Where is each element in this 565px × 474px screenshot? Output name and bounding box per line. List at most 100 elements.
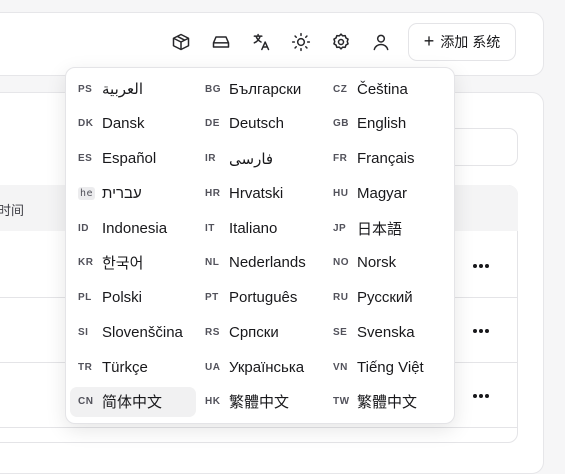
- language-option-ru[interactable]: RU Русский: [325, 283, 449, 313]
- language-code: BG: [205, 83, 221, 95]
- language-name: فارسی: [229, 150, 274, 168]
- language-code: CZ: [333, 83, 348, 95]
- language-name: Polski: [102, 289, 143, 306]
- language-name: English: [357, 115, 407, 133]
- language-code: NO: [333, 257, 349, 269]
- language-option-ir[interactable]: IR فارسی: [197, 144, 321, 174]
- language-option-nl[interactable]: NL Nederlands: [197, 248, 321, 278]
- box-icon[interactable]: [169, 30, 193, 54]
- language-name: العربية: [102, 81, 143, 98]
- language-option-fr[interactable]: FR Français: [325, 144, 449, 174]
- language-name: Português: [229, 289, 298, 306]
- language-option-jp[interactable]: JP 日本語: [325, 213, 449, 243]
- language-option-kr[interactable]: KR 한국어: [70, 248, 196, 278]
- language-code: PS: [78, 83, 93, 95]
- add-system-button[interactable]: + 添加 系统: [408, 23, 516, 61]
- sun-icon[interactable]: [289, 30, 313, 54]
- language-code: NL: [205, 257, 220, 269]
- language-name: Русский: [357, 289, 413, 306]
- language-name: Norsk: [357, 254, 397, 272]
- language-option-tw[interactable]: TW 繁體中文: [325, 387, 449, 417]
- language-option-rs[interactable]: RS Српски: [197, 317, 321, 347]
- language-name: Magyar: [357, 184, 408, 202]
- language-name: Español: [102, 150, 157, 167]
- language-name: 日本語: [357, 220, 403, 238]
- language-code: he: [78, 186, 96, 200]
- language-code: TR: [78, 361, 93, 373]
- language-option-it[interactable]: IT Italiano: [197, 213, 321, 243]
- language-code: IR: [205, 153, 216, 164]
- language-code: SI: [78, 326, 89, 338]
- gear-icon[interactable]: [329, 30, 353, 54]
- language-option-si[interactable]: SI Slovenščina: [70, 317, 196, 347]
- language-name: Türkçe: [102, 358, 148, 376]
- language-code: RU: [333, 292, 349, 303]
- language-code: ID: [78, 222, 89, 234]
- language-name: Nederlands: [229, 254, 306, 272]
- language-option-no[interactable]: NO Norsk: [325, 248, 449, 278]
- plus-icon: +: [423, 31, 435, 51]
- language-code: TW: [333, 396, 350, 408]
- language-option-vn[interactable]: VN Tiếng Việt: [325, 352, 449, 382]
- language-code: FR: [333, 153, 348, 164]
- row-more-icon[interactable]: [470, 390, 492, 402]
- language-code: JP: [333, 222, 347, 234]
- user-icon[interactable]: [369, 30, 393, 54]
- language-option-hk[interactable]: HK 繁體中文: [197, 387, 321, 417]
- language-code: IT: [205, 222, 215, 234]
- language-name: Hrvatski: [229, 184, 284, 202]
- language-name: Dansk: [102, 115, 145, 133]
- language-name: 简体中文: [102, 394, 163, 412]
- language-code: ES: [78, 153, 93, 164]
- row-more-icon[interactable]: [470, 325, 492, 337]
- language-name: Italiano: [229, 219, 278, 237]
- language-code: DE: [205, 118, 220, 130]
- language-name: Čeština: [357, 80, 408, 98]
- language-option-id[interactable]: ID Indonesia: [70, 213, 196, 243]
- language-name: עברית: [102, 184, 142, 202]
- language-code: GB: [333, 118, 349, 130]
- language-code: PL: [78, 292, 92, 303]
- language-code: VN: [333, 361, 348, 373]
- language-name: Svenska: [357, 323, 415, 341]
- drive-icon[interactable]: [209, 30, 233, 54]
- table-header-time: 时间: [0, 203, 25, 218]
- language-name: 繁體中文: [229, 394, 290, 412]
- language-option-ps[interactable]: PS العربية: [70, 74, 196, 104]
- add-system-label: 添加 系统: [440, 34, 501, 50]
- language-option-bg[interactable]: BG Български: [197, 74, 321, 104]
- language-option-ua[interactable]: UA Українська: [197, 352, 321, 382]
- language-code: HU: [333, 187, 349, 199]
- language-option-es[interactable]: ES Español: [70, 144, 196, 174]
- language-option-tr[interactable]: TR Türkçe: [70, 352, 196, 382]
- language-option-gb[interactable]: GB English: [325, 109, 449, 139]
- language-option-hu[interactable]: HU Magyar: [325, 178, 449, 208]
- language-option-hr[interactable]: HR Hrvatski: [197, 178, 321, 208]
- language-name: 繁體中文: [357, 394, 418, 412]
- language-code: KR: [78, 257, 94, 269]
- language-option-se[interactable]: SE Svenska: [325, 317, 449, 347]
- language-option-pt[interactable]: PT Português: [197, 283, 321, 313]
- row-divider: [0, 427, 518, 428]
- language-name: Indonesia: [102, 219, 168, 237]
- language-name: Српски: [229, 323, 279, 341]
- language-code: HR: [205, 187, 221, 199]
- language-code: UA: [205, 361, 221, 373]
- language-name: Tiếng Việt: [357, 358, 424, 376]
- language-code: SE: [333, 326, 348, 338]
- language-code: RS: [205, 326, 220, 338]
- language-name: Українська: [229, 358, 305, 376]
- language-option-de[interactable]: DE Deutsch: [197, 109, 321, 139]
- language-code: PT: [205, 292, 219, 303]
- language-code: CN: [78, 396, 94, 408]
- language-option-dk[interactable]: DK Dansk: [70, 109, 196, 139]
- language-option-cz[interactable]: CZ Čeština: [325, 74, 449, 104]
- language-option-pl[interactable]: PL Polski: [70, 283, 196, 313]
- language-name: Français: [357, 150, 415, 167]
- translate-icon[interactable]: [249, 30, 273, 54]
- language-name: 한국어: [102, 255, 144, 273]
- language-option-he[interactable]: he עברית: [70, 178, 196, 208]
- row-more-icon[interactable]: [470, 260, 492, 272]
- language-option-cn[interactable]: CN 简体中文: [70, 386, 196, 417]
- language-code: HK: [205, 396, 221, 408]
